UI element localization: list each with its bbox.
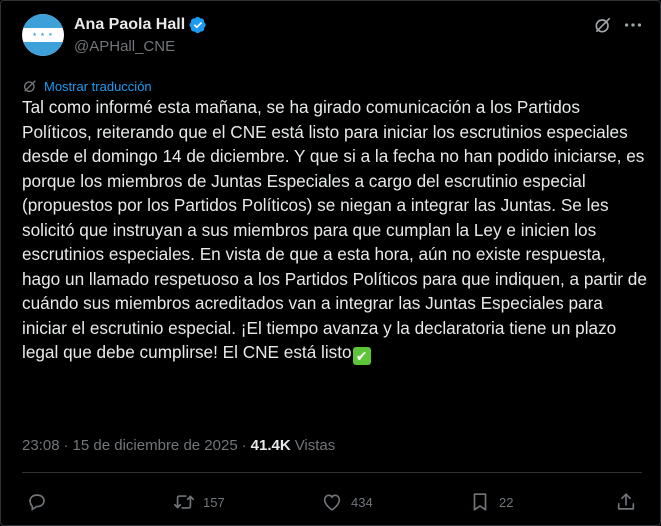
heart-icon — [323, 494, 341, 511]
grok-icon[interactable] — [593, 15, 613, 35]
flag-stars: ★ ★ ★ — [32, 32, 54, 38]
tweet-time[interactable]: 23:08 — [22, 437, 60, 454]
divider — [22, 472, 642, 473]
bookmark-icon — [473, 493, 487, 511]
views-count: 41.4K — [250, 437, 291, 454]
meta-separator: · — [63, 437, 69, 454]
author-handle[interactable]: @APHall_CNE — [74, 38, 175, 55]
avatar[interactable]: ★ ★ ★ — [22, 14, 64, 56]
like-count: 434 — [351, 494, 373, 510]
flag-band-bottom — [22, 42, 64, 56]
tweet-meta: 23:08 · 15 de diciembre de 2025 · 41.4K … — [22, 437, 335, 454]
verified-badge-icon — [189, 16, 206, 34]
retweet-icon — [174, 495, 194, 509]
share-icon — [617, 493, 635, 510]
tweet-date[interactable]: 15 de diciembre de 2025 — [73, 437, 238, 454]
more-icon[interactable] — [622, 14, 644, 36]
show-translation-link[interactable]: Mostrar traducción — [22, 78, 152, 94]
tweet-card: ★ ★ ★ Ana Paola Hall @APHall_CNE Mostrar… — [0, 0, 661, 526]
show-translation-label[interactable]: Mostrar traducción — [44, 79, 152, 94]
reply-button[interactable] — [26, 490, 56, 514]
share-button[interactable] — [615, 490, 637, 514]
grok-icon — [24, 80, 36, 92]
author-name-row[interactable]: Ana Paola Hall — [74, 15, 207, 35]
like-button[interactable]: 434 — [321, 490, 373, 514]
bookmark-count: 22 — [499, 494, 514, 510]
reply-icon — [29, 494, 45, 511]
author-name[interactable]: Ana Paola Hall — [74, 16, 185, 34]
tweet-body: Tal como informé esta mañana, se ha gira… — [22, 97, 647, 362]
tweet-text: Tal como informé esta mañana, se ha gira… — [22, 95, 648, 365]
check-mark-emoji-icon: ✔ — [352, 347, 371, 365]
retweet-count: 157 — [203, 494, 225, 510]
bookmark-button[interactable]: 22 — [469, 490, 513, 514]
meta-separator-2: · — [241, 437, 247, 454]
flag-band-top — [22, 14, 64, 28]
retweet-button[interactable]: 157 — [173, 490, 225, 514]
views-label: Vistas — [294, 437, 336, 454]
